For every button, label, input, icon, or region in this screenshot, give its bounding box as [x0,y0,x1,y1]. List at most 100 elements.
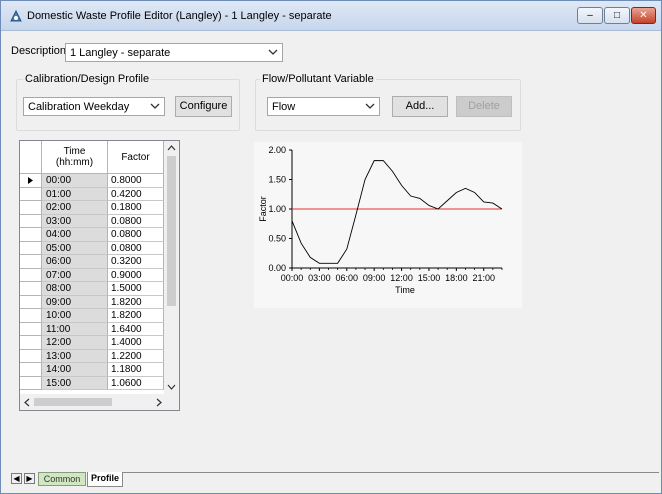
profile-editor-window: Domestic Waste Profile Editor (Langley) … [0,0,662,494]
close-button[interactable]: ✕ [631,7,656,24]
factor-cell[interactable]: 1.1800 [108,363,164,377]
table-row[interactable]: 01:00 0.4200 [20,187,164,201]
time-cell[interactable]: 09:00 [42,295,108,309]
time-cell[interactable]: 14:00 [42,363,108,377]
time-column-header[interactable]: Time (hh:mm) [42,141,108,174]
row-selector[interactable] [20,282,42,296]
minimize-button[interactable]: – [577,7,603,24]
table-row[interactable]: 03:00 0.0800 [20,214,164,228]
row-selector[interactable] [20,214,42,228]
tab-scroll-left-icon[interactable]: ◀ [11,473,22,484]
profile-grid[interactable]: Time (hh:mm) Factor 00:00 0.8000 01:00 0.42… [19,140,180,411]
table-row[interactable]: 07:00 0.9000 [20,268,164,282]
row-selector[interactable] [20,174,42,188]
row-selector[interactable] [20,295,42,309]
flow-variable-select[interactable]: Flow [267,97,380,116]
factor-cell[interactable]: 1.2200 [108,349,164,363]
row-selector[interactable] [20,349,42,363]
table-row[interactable]: 08:00 1.5000 [20,282,164,296]
x-tick-label: 00:00 [281,273,304,283]
maximize-button[interactable]: □ [604,7,630,24]
factor-cell[interactable]: 1.4000 [108,336,164,350]
row-selector[interactable] [20,255,42,269]
time-cell[interactable]: 07:00 [42,268,108,282]
table-row[interactable]: 12:00 1.4000 [20,336,164,350]
factor-cell[interactable]: 0.0800 [108,241,164,255]
factor-cell[interactable]: 1.5000 [108,282,164,296]
time-cell[interactable]: 15:00 [42,376,108,390]
factor-cell[interactable]: 1.6400 [108,322,164,336]
grid-horizontal-scrollbar[interactable] [20,394,179,410]
table-row[interactable]: 13:00 1.2200 [20,349,164,363]
scroll-up-icon[interactable] [167,144,176,151]
factor-cell[interactable]: 1.8200 [108,295,164,309]
row-selector[interactable] [20,309,42,323]
row-selector[interactable] [20,268,42,282]
time-cell[interactable]: 05:00 [42,241,108,255]
time-cell[interactable]: 13:00 [42,349,108,363]
horizontal-scroll-thumb[interactable] [34,398,112,406]
title-bar[interactable]: Domestic Waste Profile Editor (Langley) … [1,1,661,31]
factor-cell[interactable]: 1.8200 [108,309,164,323]
scroll-down-icon[interactable] [167,384,176,391]
factor-cell[interactable]: 0.0800 [108,214,164,228]
tab-scroll-right-icon[interactable]: ▶ [24,473,35,484]
factor-header-label: Factor [121,151,150,163]
factor-cell[interactable]: 0.9000 [108,268,164,282]
time-cell[interactable]: 12:00 [42,336,108,350]
factor-column-header[interactable]: Factor [108,141,164,174]
table-row[interactable]: 14:00 1.1800 [20,363,164,377]
row-selector[interactable] [20,228,42,242]
table-row[interactable]: 10:00 1.8200 [20,309,164,323]
table-row[interactable]: 05:00 0.0800 [20,241,164,255]
scroll-right-icon[interactable] [156,398,163,407]
add-button[interactable]: Add... [392,96,448,117]
time-cell[interactable]: 08:00 [42,282,108,296]
tab-common[interactable]: Common [38,472,86,486]
description-select[interactable]: 1 Langley - separate [65,43,283,62]
time-cell[interactable]: 00:00 [42,174,108,188]
row-selector[interactable] [20,322,42,336]
vertical-scroll-thumb[interactable] [167,156,176,306]
configure-button[interactable]: Configure [175,96,232,117]
table-row[interactable]: 11:00 1.6400 [20,322,164,336]
time-cell[interactable]: 10:00 [42,309,108,323]
time-cell[interactable]: 01:00 [42,187,108,201]
chevron-down-icon [268,49,278,55]
time-cell[interactable]: 11:00 [42,322,108,336]
factor-cell[interactable]: 0.8000 [108,174,164,188]
row-selector[interactable] [20,201,42,215]
row-selector[interactable] [20,187,42,201]
tab-profile[interactable]: Profile [87,472,123,487]
description-value: 1 Langley - separate [70,47,171,59]
factor-cell[interactable]: 1.0600 [108,376,164,390]
table-row[interactable]: 09:00 1.8200 [20,295,164,309]
table-row[interactable]: 04:00 0.0800 [20,228,164,242]
scroll-left-icon[interactable] [23,398,30,407]
row-selector-header [20,141,42,174]
table-row[interactable]: 06:00 0.3200 [20,255,164,269]
row-selector[interactable] [20,336,42,350]
time-cell[interactable]: 02:00 [42,201,108,215]
calibration-profile-select[interactable]: Calibration Weekday [23,97,165,116]
time-cell[interactable]: 03:00 [42,214,108,228]
factor-cell[interactable]: 0.0800 [108,228,164,242]
factor-cell[interactable]: 0.3200 [108,255,164,269]
time-cell[interactable]: 04:00 [42,228,108,242]
x-tick-label: 06:00 [336,273,359,283]
factor-cell[interactable]: 0.1800 [108,201,164,215]
table-row[interactable]: 00:00 0.8000 [20,174,164,188]
x-tick-label: 03:00 [308,273,331,283]
grid-vertical-scrollbar[interactable] [164,141,179,394]
row-selector[interactable] [20,241,42,255]
row-selector[interactable] [20,376,42,390]
row-selector[interactable] [20,363,42,377]
profile-chart: 0.00 0.50 1.00 1.50 2.00 00:00 03:00 06:00 09:00… [258,145,503,295]
factor-cell[interactable]: 0.4200 [108,187,164,201]
table-row[interactable]: 15:00 1.0600 [20,376,164,390]
time-cell[interactable]: 06:00 [42,255,108,269]
y-tick-label: 1.50 [268,175,286,185]
x-axis-label: Time [395,285,415,295]
table-row[interactable]: 02:00 0.1800 [20,201,164,215]
x-tick-label: 12:00 [390,273,413,283]
